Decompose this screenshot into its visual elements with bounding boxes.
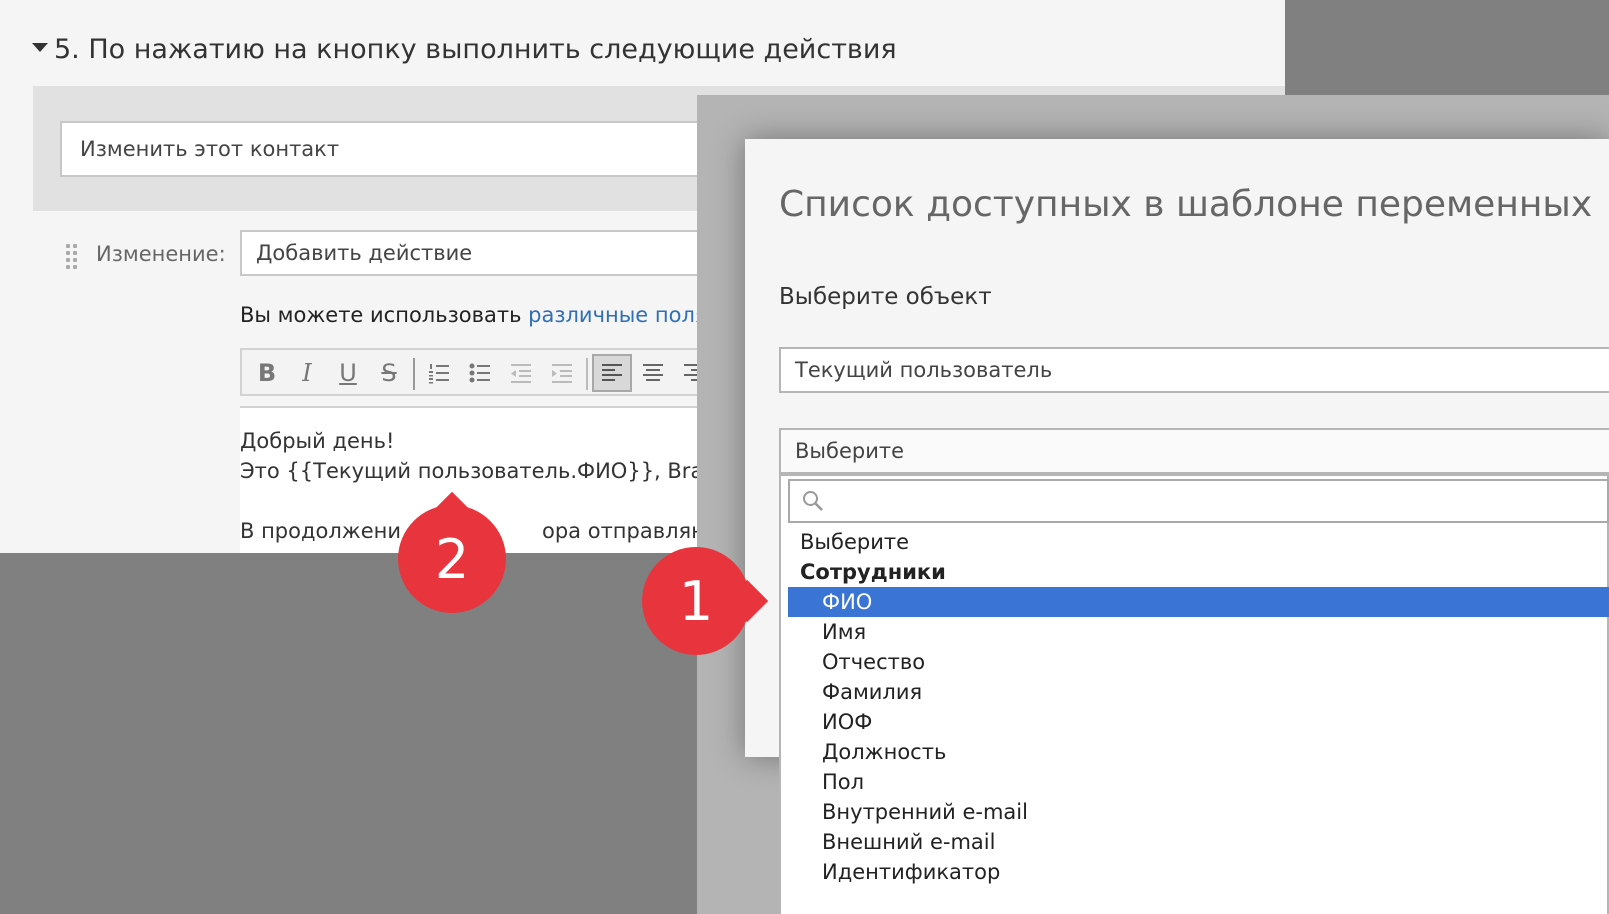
fields-link[interactable]: различные поля	[528, 303, 707, 327]
rich-text-editor[interactable]: Добрый день! Это {{Текущий пользователь.…	[240, 406, 760, 553]
action-select[interactable]: Добавить действие	[240, 230, 720, 276]
dropdown-option-identifier[interactable]: Идентификатор	[788, 857, 1609, 887]
indent-icon[interactable]	[545, 356, 579, 390]
editor-line: Это {{Текущий пользователь.ФИО}}, Brain	[240, 459, 723, 483]
change-label: Изменение:	[96, 242, 226, 266]
dropdown-group-employees: Сотрудники	[800, 560, 946, 584]
dialog-title: Список доступных в шаблоне переменных	[779, 184, 1593, 225]
object-select[interactable]: Текущий пользователь	[779, 347, 1609, 393]
object-select-value: Текущий пользователь	[795, 358, 1053, 382]
toolbar-separator	[413, 358, 415, 390]
dropdown-option-gender[interactable]: Пол	[788, 767, 1609, 797]
button-text-value: Изменить этот контакт	[80, 137, 340, 161]
underline-icon[interactable]: U	[331, 356, 365, 390]
dropdown-option-internal-email[interactable]: Внутренний e-mail	[788, 797, 1609, 827]
dropdown-option-placeholder[interactable]: Выберите	[788, 527, 1609, 557]
editor-toolbar: B I U S	[240, 348, 760, 396]
section-title: 5. По нажатию на кнопку выполнить следую…	[54, 34, 897, 65]
dropdown-option-position[interactable]: Должность	[788, 737, 1609, 767]
search-icon	[803, 491, 823, 511]
collapse-caret-icon[interactable]	[32, 43, 48, 52]
hint-text: Вы можете использовать различные поля в	[240, 303, 727, 327]
hint-prefix: Вы можете использовать	[240, 303, 529, 327]
object-label: Выберите объект	[779, 284, 992, 310]
action-select-value: Добавить действие	[256, 241, 473, 265]
dropdown-option-last-name[interactable]: Фамилия	[788, 677, 1609, 707]
dropdown-option-external-email[interactable]: Внешний e-mail	[788, 827, 1609, 857]
button-text-input[interactable]: Изменить этот контакт	[60, 121, 720, 177]
callout-number: 1	[678, 569, 714, 633]
align-center-icon[interactable]	[636, 356, 670, 390]
callout-number: 2	[434, 527, 470, 591]
bold-icon[interactable]: B	[250, 356, 284, 390]
dropdown-search-input[interactable]	[788, 479, 1609, 523]
align-left-icon[interactable]	[592, 354, 632, 392]
italic-icon[interactable]: I	[290, 356, 324, 390]
strikethrough-icon[interactable]: S	[372, 356, 406, 390]
field-select[interactable]: Выберите	[779, 428, 1609, 474]
callout-marker-1: 1	[642, 547, 769, 655]
callout-marker-2: 2	[398, 491, 506, 613]
editor-blank-line	[240, 486, 760, 516]
dropdown-option-iof[interactable]: ИОФ	[788, 707, 1609, 737]
outdent-icon[interactable]	[504, 356, 538, 390]
editor-line: Добрый день!	[240, 429, 395, 453]
dropdown-option-patronymic[interactable]: Отчество	[788, 647, 1609, 677]
drag-handle-icon[interactable]	[66, 244, 78, 269]
field-select-value: Выберите	[795, 439, 904, 463]
dropdown-option-first-name[interactable]: Имя	[788, 617, 1609, 647]
numbered-list-icon[interactable]	[422, 356, 456, 390]
section-header[interactable]: 5. По нажатию на кнопку выполнить следую…	[32, 34, 897, 65]
bullet-list-icon[interactable]	[463, 356, 497, 390]
dropdown-option-fio[interactable]: ФИО	[788, 587, 1609, 617]
editor-line-start: В продолжени	[240, 519, 401, 543]
toolbar-separator	[586, 358, 588, 390]
